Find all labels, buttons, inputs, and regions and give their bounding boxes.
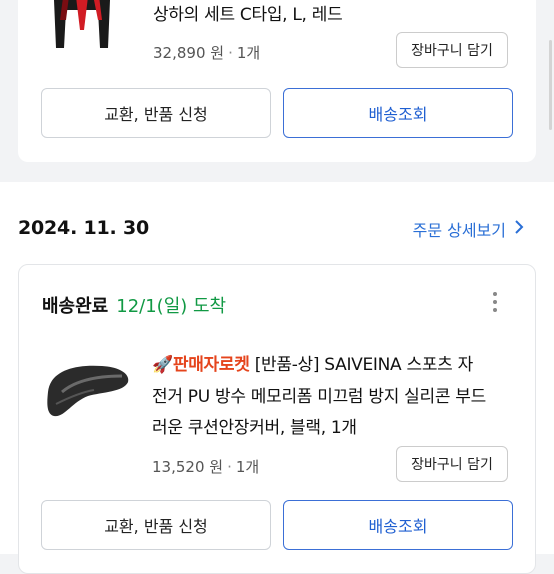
arrival-date: 12/1(일) 도착	[116, 296, 227, 317]
add-to-cart-button[interactable]: 장바구니 담기	[396, 32, 508, 68]
order-date: 2024. 11. 30	[18, 217, 150, 239]
order-card-previous: 상하의 세트 C타입, L, 레드 32,890 원 · 1개 장바구니 담기 교환…	[18, 0, 536, 162]
price-qty: 32,890 원 · 1개	[153, 42, 260, 63]
chevron-right-icon	[514, 219, 524, 239]
status-label: 배송완료	[42, 296, 109, 317]
rocket-icon: 🚀	[152, 355, 173, 375]
quantity: 1개	[235, 458, 260, 476]
separator-dot: ·	[228, 44, 233, 62]
order-detail-link[interactable]: 주문 상세보기	[413, 217, 524, 241]
separator-dot: ·	[227, 458, 232, 476]
order-detail-label: 주문 상세보기	[412, 221, 506, 240]
track-shipment-button[interactable]: 배송조회	[283, 500, 513, 550]
product-title-part-1: [반품-상] SAIVEINA 스포츠 자	[254, 355, 474, 375]
price: 32,890 원	[153, 44, 225, 62]
price: 13,520 원	[152, 458, 224, 476]
jacket-thumbnail[interactable]	[40, 0, 124, 50]
exchange-return-button[interactable]: 교환, 반품 신청	[41, 88, 271, 138]
track-shipment-button[interactable]: 배송조회	[283, 88, 513, 138]
add-to-cart-button[interactable]: 장바구니 담기	[396, 446, 508, 482]
saddle-thumbnail[interactable]	[42, 352, 132, 422]
quantity: 1개	[236, 44, 261, 62]
seller-rocket-badge: 판매자로켓	[172, 355, 250, 375]
scrollbar[interactable]	[549, 40, 552, 130]
product-title-line-2[interactable]: 전거 PU 방수 메모리폼 미끄럼 방지 실리콘 부드	[152, 382, 486, 407]
delivery-status: 배송완료 12/1(일) 도착	[42, 292, 226, 318]
more-vertical-icon[interactable]	[492, 292, 498, 312]
exchange-return-button[interactable]: 교환, 반품 신청	[41, 500, 271, 550]
price-qty: 13,520 원 · 1개	[152, 456, 259, 477]
product-title[interactable]: 상하의 세트 C타입, L, 레드	[153, 0, 343, 25]
product-title-line-1[interactable]: 🚀판매자로켓 [반품-상] SAIVEINA 스포츠 자	[152, 350, 473, 375]
product-title-line-3[interactable]: 러운 쿠션안장커버, 블랙, 1개	[152, 413, 357, 438]
